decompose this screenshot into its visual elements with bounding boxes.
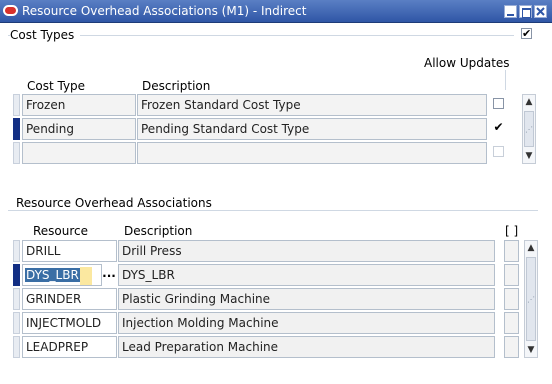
window-titlebar[interactable]: Resource Overhead Associations (M1) - In… bbox=[0, 0, 552, 23]
cost-types-divider bbox=[8, 35, 514, 36]
resource-cell[interactable]: INJECTMOLD bbox=[22, 312, 117, 334]
cost-type-column-header: Cost Type bbox=[27, 79, 86, 93]
cost-type-cell[interactable]: Frozen bbox=[22, 94, 136, 116]
resource-cell[interactable]: DRILL bbox=[22, 240, 117, 262]
scroll-down-icon[interactable]: ▼ bbox=[525, 343, 537, 357]
association-description-column-header: Description bbox=[124, 224, 193, 238]
resource-cell-editing[interactable]: DYS_LBR bbox=[22, 264, 102, 286]
resource-column-header: Resource bbox=[33, 224, 89, 238]
allow-updates-checkbox[interactable] bbox=[493, 98, 504, 109]
cost-types-scrollbar[interactable]: ▲ ⋰ ▼ bbox=[522, 94, 536, 164]
row-indicator[interactable] bbox=[13, 312, 20, 334]
allow-updates-checkbox[interactable]: ✔ bbox=[493, 120, 504, 134]
scroll-up-icon[interactable]: ▲ bbox=[525, 241, 537, 255]
resource-description-cell[interactable]: Plastic Grinding Machine bbox=[118, 288, 495, 310]
cost-type-description-cell[interactable]: Frozen Standard Cost Type bbox=[137, 94, 487, 116]
lov-button[interactable]: ... bbox=[101, 264, 117, 286]
cost-types-section-label: Cost Types bbox=[10, 28, 81, 42]
associations-section-label: Resource Overhead Associations bbox=[16, 196, 218, 210]
cost-type-cell[interactable] bbox=[22, 142, 136, 164]
window-title: Resource Overhead Associations (M1) - In… bbox=[22, 4, 307, 18]
flexfield-cell[interactable] bbox=[504, 288, 519, 310]
row-indicator[interactable] bbox=[13, 240, 20, 262]
resource-cell[interactable]: LEADPREP bbox=[22, 336, 117, 358]
flexfield-cell[interactable] bbox=[504, 312, 519, 334]
maximize-icon[interactable] bbox=[519, 5, 532, 18]
cost-type-description-cell[interactable]: Pending Standard Cost Type bbox=[137, 118, 487, 140]
flexfield-cell[interactable] bbox=[504, 336, 519, 358]
allow-updates-header-tick bbox=[505, 70, 506, 90]
resource-cell[interactable]: GRINDER bbox=[22, 288, 117, 310]
minimize-icon[interactable] bbox=[504, 5, 517, 18]
associations-scrollbar[interactable]: ▲ ⋰ ▼ bbox=[524, 240, 538, 358]
resource-description-cell[interactable]: Injection Molding Machine bbox=[118, 312, 495, 334]
scrollbar-thumb[interactable]: ⋰ bbox=[524, 111, 534, 147]
row-indicator[interactable] bbox=[13, 336, 20, 358]
resource-description-cell[interactable]: Drill Press bbox=[118, 240, 495, 262]
oracle-logo-icon bbox=[3, 5, 18, 16]
check-mark-icon: ✔ bbox=[522, 27, 532, 40]
allow-updates-header: Allow Updates bbox=[424, 56, 510, 70]
scroll-down-icon[interactable]: ▼ bbox=[523, 149, 535, 163]
close-icon[interactable] bbox=[534, 5, 547, 18]
row-indicator[interactable] bbox=[13, 288, 20, 310]
resource-description-cell[interactable]: Lead Preparation Machine bbox=[118, 336, 495, 358]
description-column-header: Description bbox=[142, 79, 211, 93]
check-mark-icon: ✔ bbox=[493, 120, 504, 134]
flexfield-cell[interactable] bbox=[504, 264, 519, 286]
allow-updates-checkbox[interactable] bbox=[493, 146, 504, 157]
cost-type-cell[interactable]: Pending bbox=[22, 118, 136, 140]
associations-divider bbox=[8, 210, 538, 211]
cost-type-description-cell[interactable] bbox=[137, 142, 487, 164]
row-indicator[interactable] bbox=[13, 94, 20, 116]
cost-types-section-checkbox[interactable]: ✔ bbox=[521, 28, 532, 39]
flexfield-cell[interactable] bbox=[504, 240, 519, 262]
scrollbar-thumb[interactable]: ⋰ bbox=[526, 257, 536, 341]
row-indicator-current[interactable] bbox=[13, 264, 20, 286]
resource-description-cell[interactable]: DYS_LBR bbox=[118, 264, 495, 286]
flexfield-column-header: [ ] bbox=[505, 224, 519, 238]
scroll-up-icon[interactable]: ▲ bbox=[523, 95, 535, 109]
row-indicator-current[interactable] bbox=[13, 118, 20, 140]
row-indicator[interactable] bbox=[13, 142, 20, 164]
resource-selected-text: DYS_LBR bbox=[25, 268, 80, 282]
